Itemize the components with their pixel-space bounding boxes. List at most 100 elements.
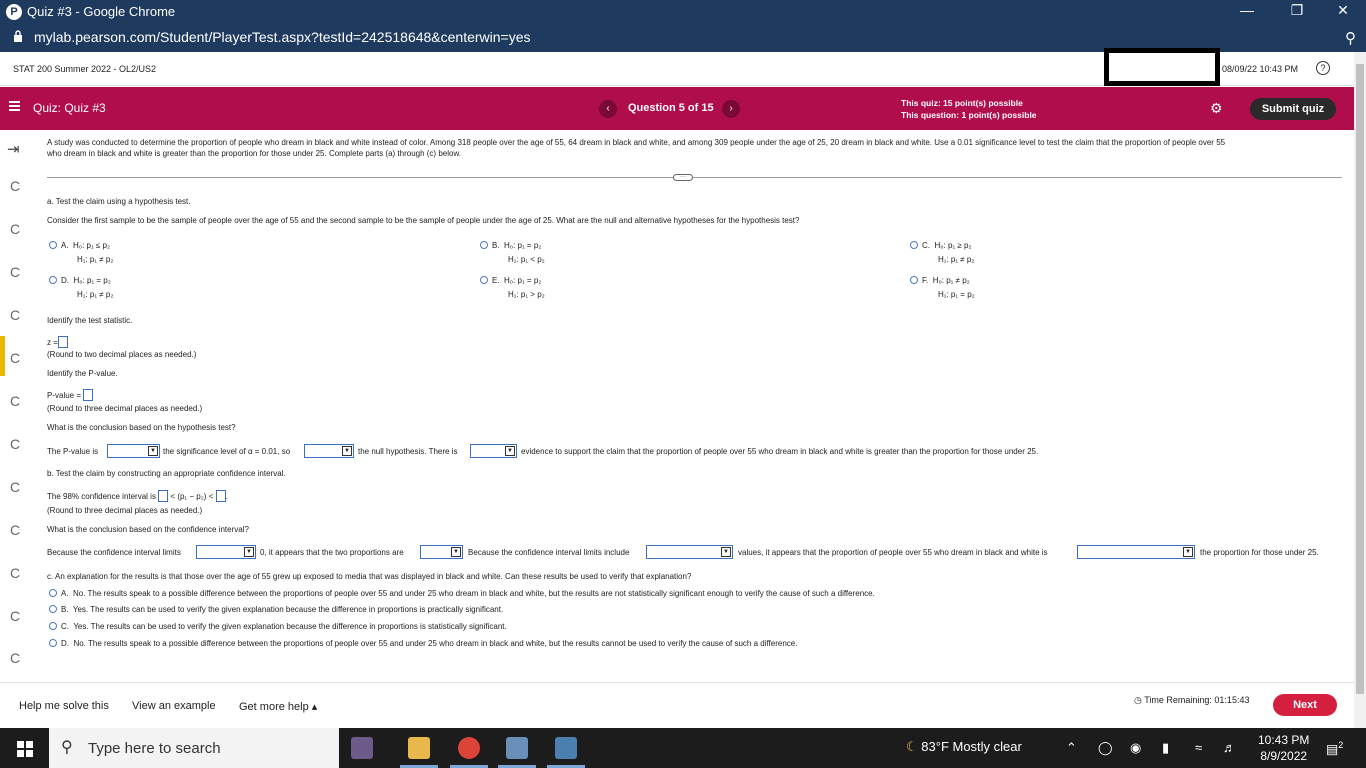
- option-c[interactable]: C. H₀: p₁ ≥ p₂ H₁: p₁ ≠ p₂: [910, 239, 974, 267]
- z-row: z =: [47, 336, 68, 348]
- taskbar-search-placeholder[interactable]: Type here to search: [88, 740, 221, 757]
- evidence-dropdown[interactable]: ▼: [470, 444, 517, 458]
- calculator-icon[interactable]: [555, 737, 577, 759]
- search-highlight-icon[interactable]: [351, 737, 373, 759]
- question-status-icon[interactable]: C: [10, 307, 20, 323]
- weather[interactable]: ☾ 83°F Mostly clear: [906, 739, 1022, 755]
- proportions-dropdown[interactable]: ▼: [420, 545, 463, 559]
- radio-c-a[interactable]: [49, 589, 57, 597]
- clock-icon: ◷: [1134, 695, 1142, 705]
- radio-d[interactable]: [49, 276, 57, 284]
- ci-upper-input[interactable]: [215, 490, 226, 502]
- radio-c-d[interactable]: [49, 639, 57, 647]
- radio-f[interactable]: [910, 276, 918, 284]
- taskbar-search[interactable]: ⚲ Type here to search: [49, 728, 339, 768]
- submit-quiz-button[interactable]: Submit quiz: [1250, 98, 1336, 120]
- radio-b[interactable]: [480, 241, 488, 249]
- help-icon[interactable]: ?: [1316, 61, 1330, 75]
- points-info: This quiz: 15 point(s) possible This que…: [901, 97, 1037, 121]
- question-status-icon[interactable]: C: [10, 436, 20, 452]
- option-a[interactable]: A. H₀: p₁ ≤ p₂ H₁: p₁ ≠ p₂: [49, 239, 113, 267]
- chrome-icon[interactable]: [458, 737, 480, 759]
- previous-question-button[interactable]: ‹: [599, 100, 617, 118]
- bottom-bar: Help me solve this View an example Get m…: [0, 682, 1354, 728]
- window-title: Quiz #3 - Google Chrome: [27, 4, 176, 19]
- battery-icon[interactable]: ▮: [1162, 740, 1169, 756]
- chevron-up-icon[interactable]: ⌃: [1066, 740, 1077, 756]
- radio-c-b[interactable]: [49, 605, 57, 613]
- pv-sentence-4: evidence to support the claim that the p…: [521, 447, 1039, 456]
- option-e[interactable]: E. H₀: p₁ = p₂ H₁: p₁ > p₂: [480, 274, 545, 302]
- p-value-input[interactable]: [83, 389, 94, 401]
- c-option-d[interactable]: D. No. The results speak to a possible d…: [49, 639, 797, 648]
- question-status-icon[interactable]: C: [10, 350, 20, 366]
- app-tray-icon[interactable]: ◉: [1130, 740, 1141, 756]
- pvalue-comparison-dropdown[interactable]: ▼: [107, 444, 160, 458]
- identify-test-statistic: Identify the test statistic.: [47, 316, 133, 325]
- lock-icon: [14, 30, 22, 42]
- question-status-icon[interactable]: C: [10, 221, 20, 237]
- meet-icon[interactable]: ◯: [1098, 740, 1113, 756]
- ci-lower-input[interactable]: [158, 490, 169, 502]
- menu-icon[interactable]: [9, 101, 20, 111]
- file-explorer-icon[interactable]: [408, 737, 430, 759]
- wifi-icon[interactable]: ≈: [1195, 740, 1202, 755]
- next-button[interactable]: Next: [1273, 694, 1337, 716]
- next-question-button[interactable]: ›: [722, 100, 740, 118]
- view-example-button[interactable]: View an example: [132, 700, 216, 712]
- question-status-icon[interactable]: C: [10, 393, 20, 409]
- radio-e[interactable]: [480, 276, 488, 284]
- close-button[interactable]: ✕: [1328, 2, 1358, 19]
- system-clock[interactable]: 10:43 PM 8/9/2022: [1258, 732, 1309, 764]
- option-d[interactable]: D. H₀: p₁ = p₂ H₁: p₁ ≠ p₂: [49, 274, 113, 302]
- radio-a[interactable]: [49, 241, 57, 249]
- clock-time: 10:43 PM: [1258, 733, 1310, 747]
- z-input[interactable]: [57, 336, 68, 348]
- gear-icon[interactable]: ⚙: [1210, 100, 1223, 117]
- c-option-a[interactable]: A. No. The results speak to a possible d…: [49, 589, 875, 598]
- c-option-b[interactable]: B. Yes. The results can be used to verif…: [49, 605, 503, 614]
- include-values-dropdown[interactable]: ▼: [646, 545, 733, 559]
- more-handle[interactable]: ···: [673, 174, 693, 181]
- ci-limits-dropdown[interactable]: ▼: [196, 545, 256, 559]
- part-a-heading: a. Test the claim using a hypothesis tes…: [47, 197, 191, 206]
- question-number[interactable]: Question 5 of 15: [628, 102, 714, 114]
- moon-icon: ☾: [906, 739, 918, 754]
- question-status-icon[interactable]: C: [10, 522, 20, 538]
- radio-c-c[interactable]: [49, 622, 57, 630]
- scrollbar-thumb[interactable]: [1356, 64, 1364, 694]
- paint-icon[interactable]: [506, 737, 528, 759]
- search-icon[interactable]: ⚲: [1345, 29, 1356, 47]
- radio-c[interactable]: [910, 241, 918, 249]
- question-status-icon[interactable]: C: [10, 565, 20, 581]
- course-name: STAT 200 Summer 2022 - OL2/US2: [13, 64, 157, 74]
- ci-period: .: [225, 492, 228, 501]
- vertical-scrollbar[interactable]: [1354, 52, 1366, 728]
- redacted-box: [1104, 48, 1220, 86]
- option-b[interactable]: B. H₀: p₁ = p₂ H₁: p₁ < p₂: [480, 239, 545, 267]
- round-two-note: (Round to two decimal places as needed.): [47, 350, 197, 359]
- get-more-help-button[interactable]: Get more help ▴: [239, 700, 317, 713]
- null-decision-dropdown[interactable]: ▼: [304, 444, 354, 458]
- question-status-icon[interactable]: C: [10, 608, 20, 624]
- question-status-icon[interactable]: C: [10, 178, 20, 194]
- comparison-dropdown[interactable]: ▼: [1077, 545, 1195, 559]
- help-me-solve-button[interactable]: Help me solve this: [19, 700, 109, 712]
- search-icon: ⚲: [61, 739, 73, 756]
- pv-sentence-1: The P-value is: [47, 447, 99, 456]
- expand-arrow-icon[interactable]: ⇥: [7, 140, 20, 158]
- notification-icon[interactable]: ▤2: [1326, 740, 1343, 757]
- question-status-icon[interactable]: C: [10, 264, 20, 280]
- restore-button[interactable]: ❐: [1282, 2, 1312, 19]
- volume-icon[interactable]: ♬: [1223, 740, 1236, 755]
- ci-sentence-3: Because the confidence interval limits i…: [468, 548, 630, 557]
- question-status-icon[interactable]: C: [10, 479, 20, 495]
- option-f[interactable]: F. H₀: p₁ ≠ p₂ H₁: p₁ = p₂: [910, 274, 975, 302]
- part-c-heading: c. An explanation for the results is tha…: [47, 572, 692, 581]
- c-option-c[interactable]: C. Yes. The results can be used to verif…: [49, 622, 507, 631]
- url-text[interactable]: mylab.pearson.com/Student/PlayerTest.asp…: [34, 29, 531, 45]
- p-value-label: P-value =: [47, 391, 82, 400]
- minimize-button[interactable]: —: [1232, 2, 1262, 18]
- question-status-icon[interactable]: C: [10, 650, 20, 666]
- windows-start-icon[interactable]: [17, 741, 33, 757]
